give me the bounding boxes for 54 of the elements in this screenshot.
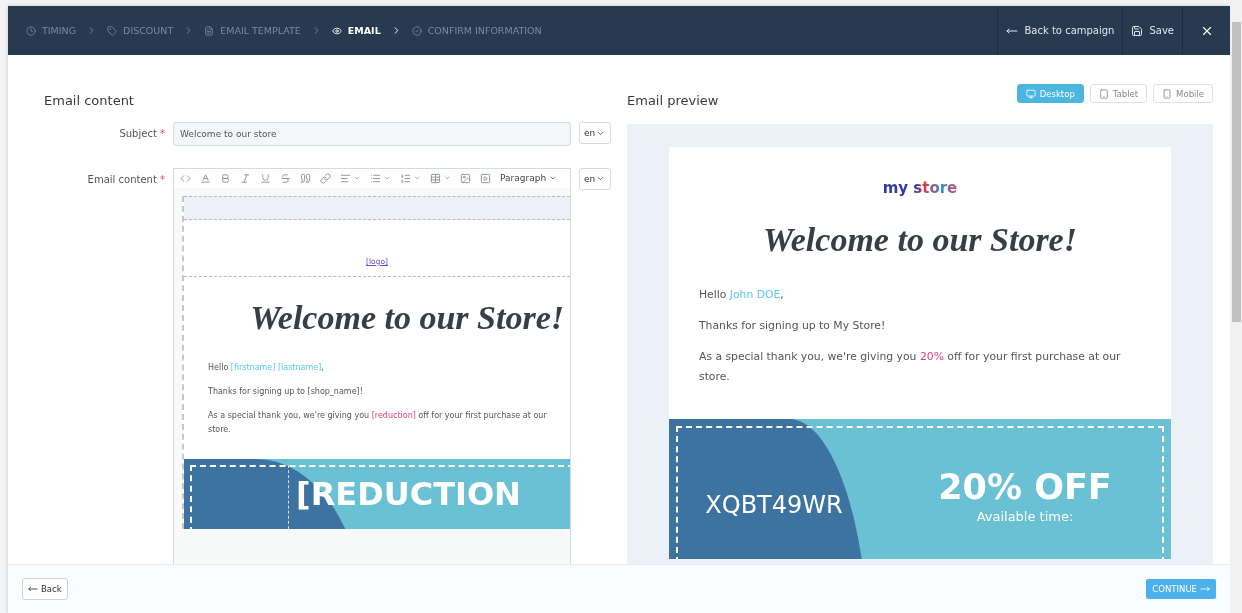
numbered-list-icon[interactable] — [400, 172, 411, 184]
quote-icon[interactable] — [300, 172, 311, 184]
section-title: Email preview — [627, 93, 719, 108]
step-tab[interactable]: EMAIL — [331, 25, 381, 36]
format-dropdown[interactable]: Paragraph — [500, 173, 558, 184]
link-icon[interactable] — [320, 172, 331, 184]
email-paragraph: Thanks for signing up to [shop_name]! — [208, 385, 364, 398]
subject-field[interactable]: Welcome to our store — [173, 122, 571, 146]
discount-text: 20% OFF — [938, 467, 1112, 507]
rich-text-editor[interactable] — [173, 167, 571, 564]
bullet-list-icon[interactable] — [370, 172, 381, 184]
required-mark: * — [160, 128, 165, 139]
email-paragraph: As a special thank you, we're giving you [reduction] off for your first purchase at our store. — [208, 409, 548, 436]
email-paragraph: Thanks for signing up to My Store! — [699, 318, 887, 334]
coupon-code: XQBT49WR — [705, 491, 843, 519]
monitor-icon — [1025, 88, 1036, 99]
field-label: Email content — [87, 173, 157, 185]
language-select[interactable]: en — [579, 122, 611, 144]
arrow-left-icon — [28, 584, 38, 594]
device-tab[interactable]: Mobile — [1153, 84, 1213, 103]
check-circle-icon — [411, 25, 422, 36]
bold-icon[interactable] — [220, 172, 231, 184]
table-icon[interactable] — [430, 172, 441, 184]
underline-icon[interactable] — [260, 172, 271, 184]
tag-icon — [107, 25, 118, 36]
email-paragraph: Hello John DOE, — [699, 287, 785, 303]
tablet-icon — [1098, 88, 1109, 99]
save-button[interactable]: Save — [1122, 6, 1182, 55]
email-heading: Welcome to our Store! — [249, 297, 565, 337]
back-button[interactable]: Back — [22, 578, 68, 600]
email-paragraph: Hello [firstname] [lastname], — [208, 361, 325, 374]
text-color-icon[interactable] — [200, 172, 211, 184]
clock-icon — [26, 25, 36, 36]
arrow-right-icon — [1200, 584, 1210, 594]
code-icon[interactable] — [180, 172, 191, 184]
email-paragraph: As a special thank you, we're giving you 20% off for your first purchase at our store. — [699, 349, 1122, 385]
image-icon[interactable] — [460, 172, 471, 184]
availability-label: Available time: — [976, 509, 1074, 524]
back-to-campaign-button[interactable]: Back to campaign — [997, 6, 1123, 55]
device-tab[interactable]: Tablet — [1089, 84, 1148, 103]
align-left-icon[interactable] — [340, 172, 351, 184]
field-label: Subject — [119, 128, 157, 139]
video-icon[interactable] — [480, 172, 491, 184]
strikethrough-icon[interactable] — [280, 172, 291, 184]
section-title: Email content — [44, 93, 135, 108]
scrollbar[interactable] — [1230, 0, 1242, 613]
coupon-text: [REDUCTION — [296, 474, 521, 513]
italic-icon[interactable] — [240, 172, 251, 184]
document-icon — [204, 25, 215, 36]
language-select[interactable]: en — [579, 167, 611, 190]
eye-icon — [331, 25, 342, 36]
required-mark: * — [160, 173, 165, 185]
email-heading: Welcome to our Store! — [762, 221, 1078, 259]
phone-icon — [1162, 88, 1173, 99]
